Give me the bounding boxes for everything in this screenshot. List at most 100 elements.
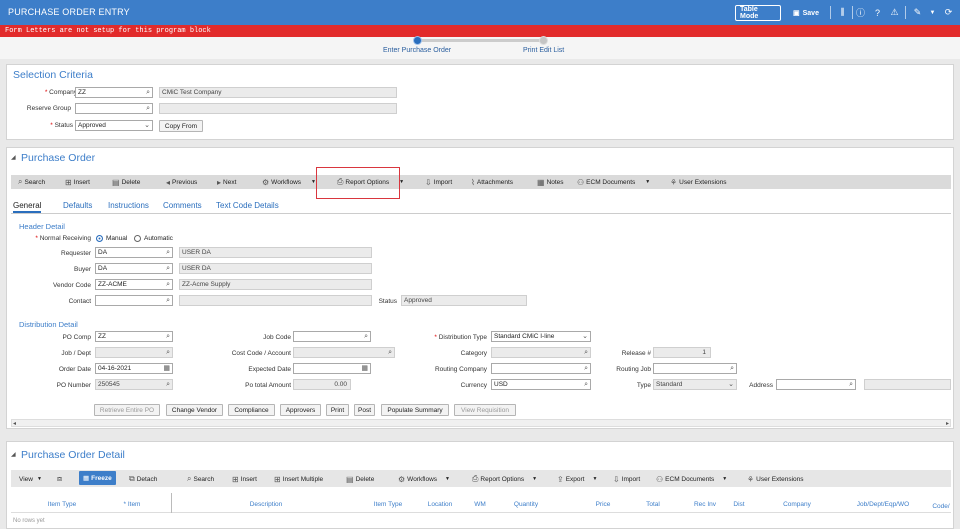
expected-date-input[interactable]: ▦ xyxy=(293,363,371,374)
requester-input[interactable]: DA ⌕ xyxy=(95,247,173,258)
horizontal-scrollbar[interactable]: ◂ ▸ xyxy=(11,419,951,427)
report-options-button[interactable]: ⎙ Report Options ▼ xyxy=(472,474,537,484)
column-header[interactable]: Item Type xyxy=(363,501,413,508)
retrieve-entire-po-button[interactable]: Retrieve Entire PO xyxy=(94,404,160,416)
view-requisition-button[interactable]: View Requisition xyxy=(454,404,516,416)
buyer-input[interactable]: DA ⌕ xyxy=(95,263,173,274)
search-button[interactable]: ⌕ Search xyxy=(18,177,45,187)
wizard-step-current[interactable] xyxy=(413,36,422,45)
wizard-step-next[interactable] xyxy=(539,36,548,45)
column-header[interactable]: Code/ xyxy=(929,503,953,510)
type-select[interactable]: Standard ⌄ xyxy=(653,379,737,390)
notes-button[interactable]: ▦ Notes xyxy=(537,177,564,187)
import-button[interactable]: ⇩ Import xyxy=(613,474,640,484)
po-number-input[interactable]: 250545 ⌕ xyxy=(95,379,173,390)
column-header[interactable]: Company xyxy=(769,501,825,508)
column-header[interactable]: * Item xyxy=(109,501,155,508)
column-header[interactable]: Total xyxy=(633,501,673,508)
tab-instructions[interactable]: Instructions xyxy=(108,201,149,210)
compliance-button[interactable]: Compliance xyxy=(228,404,275,416)
address-input[interactable]: ⌕ xyxy=(776,379,856,390)
filter-icon[interactable]: ⫼ xyxy=(836,6,849,19)
delete-button[interactable]: ▤ Delete xyxy=(112,177,140,187)
tab-comments[interactable]: Comments xyxy=(163,201,202,210)
workflows-button[interactable]: ⚙ Workflows ▼ xyxy=(262,177,316,187)
column-header[interactable]: Job/Dept/Eqp/WO xyxy=(843,501,923,508)
collapse-icon[interactable]: ◢ xyxy=(11,451,16,458)
refresh-icon[interactable]: ⟳ xyxy=(942,6,955,19)
manual-radio[interactable] xyxy=(96,235,103,242)
table-mode-button[interactable]: Table Mode xyxy=(735,5,781,21)
search-icon: ⌕ xyxy=(166,381,170,388)
column-header[interactable]: Price xyxy=(583,501,623,508)
freeze-button[interactable]: ▦ Freeze xyxy=(79,471,116,485)
save-button[interactable]: ▣ Save xyxy=(788,5,824,21)
tab-defaults[interactable]: Defaults xyxy=(63,201,92,210)
arrow-right-icon: ▸ xyxy=(217,177,222,187)
column-header[interactable]: WM xyxy=(467,501,493,508)
workflows-button[interactable]: ⚙ Workflows ▼ xyxy=(398,474,450,484)
column-header[interactable]: Quantity xyxy=(503,501,549,508)
change-vendor-button[interactable]: Change Vendor xyxy=(166,404,223,416)
cost-code-input[interactable]: ⌕ xyxy=(293,347,395,358)
delete-button[interactable]: ▤ Delete xyxy=(346,474,374,484)
po-comp-input[interactable]: ZZ ⌕ xyxy=(95,331,173,342)
detach-button[interactable]: ⧉ Detach xyxy=(129,474,157,484)
distribution-type-select[interactable]: Standard CMiC I-line ⌄ xyxy=(491,331,591,342)
grid-header: Item Type * Item Description Item Type L… xyxy=(11,493,951,513)
user-extensions-button[interactable]: ⚘ User Extensions xyxy=(747,474,804,484)
collapse-icon[interactable]: ◢ xyxy=(11,154,16,161)
info-icon[interactable]: ⓘ xyxy=(854,6,867,19)
copy-from-button[interactable]: Copy From xyxy=(159,120,203,132)
edit-icon[interactable]: ✎ xyxy=(911,6,924,19)
company-input[interactable]: ZZ ⌕ xyxy=(75,87,153,98)
tab-divider xyxy=(11,213,951,214)
contact-input[interactable]: ⌕ xyxy=(95,295,173,306)
import-button[interactable]: ⇩ Import xyxy=(425,177,452,187)
ecm-documents-button[interactable]: ⚇ ECM Documents ▼ xyxy=(577,177,650,187)
routing-company-input[interactable]: ⌕ xyxy=(491,363,591,374)
alert-message: Form Letters are not setup for this prog… xyxy=(5,27,211,35)
wizard-step2-label[interactable]: Print Edit List xyxy=(523,47,564,54)
search-icon: ⌕ xyxy=(584,381,588,388)
ecm-documents-button[interactable]: ⚇ ECM Documents ▼ xyxy=(656,474,727,484)
tab-general[interactable]: General xyxy=(13,201,42,213)
next-button[interactable]: ▸ Next xyxy=(217,177,236,187)
tab-text-code-details[interactable]: Text Code Details xyxy=(216,201,279,210)
export-button[interactable]: ⇪ Export ▼ xyxy=(557,474,597,484)
column-header[interactable]: Dist xyxy=(724,501,754,508)
vendor-code-input[interactable]: ZZ-ACME ⌕ xyxy=(95,279,173,290)
view-menu[interactable]: View ▼ xyxy=(19,474,42,484)
routing-job-input[interactable]: ⌕ xyxy=(653,363,737,374)
help-icon[interactable]: ? xyxy=(871,6,884,19)
insert-button[interactable]: ⊞ Insert xyxy=(65,177,90,187)
column-header[interactable]: Description xyxy=(211,501,321,508)
category-input[interactable]: ⌕ xyxy=(491,347,591,358)
insert-multiple-button[interactable]: ⊞ Insert Multiple xyxy=(274,474,323,484)
wizard-step1-label[interactable]: Enter Purchase Order xyxy=(383,47,451,54)
job-dept-input[interactable]: ⌕ xyxy=(95,347,173,358)
column-header[interactable]: Location xyxy=(417,501,463,508)
column-header[interactable]: Rec Inv xyxy=(685,501,725,508)
search-button[interactable]: ⌕ Search xyxy=(187,474,214,484)
warning-icon[interactable]: ⚠ xyxy=(888,6,901,19)
post-button[interactable]: Post xyxy=(354,404,375,416)
populate-summary-button[interactable]: Populate Summary xyxy=(381,404,449,416)
order-date-input[interactable]: 04-16-2021 ▦ xyxy=(95,363,173,374)
reserve-group-input[interactable]: ⌕ xyxy=(75,103,153,114)
status-select[interactable]: Approved ⌄ xyxy=(75,120,153,131)
chevron-down-icon: ⌄ xyxy=(144,122,150,129)
automatic-radio[interactable] xyxy=(134,235,141,242)
previous-button[interactable]: ◂ Previous xyxy=(166,177,197,187)
attachments-button[interactable]: ⌇ Attachments xyxy=(471,177,513,187)
job-code-input[interactable]: ⌕ xyxy=(293,331,371,342)
print-button[interactable]: Print xyxy=(326,404,349,416)
column-header[interactable]: Item Type xyxy=(37,501,87,508)
chevron-down-icon[interactable]: ▼ xyxy=(926,6,939,19)
filter-icon[interactable]: ⧈ xyxy=(57,474,62,484)
currency-input[interactable]: USD ⌕ xyxy=(491,379,591,390)
approvers-button[interactable]: Approvers xyxy=(280,404,321,416)
manual-label: Manual xyxy=(106,235,128,242)
insert-button[interactable]: ⊞ Insert xyxy=(232,474,257,484)
user-extensions-button[interactable]: ⚘ User Extensions xyxy=(670,177,727,187)
